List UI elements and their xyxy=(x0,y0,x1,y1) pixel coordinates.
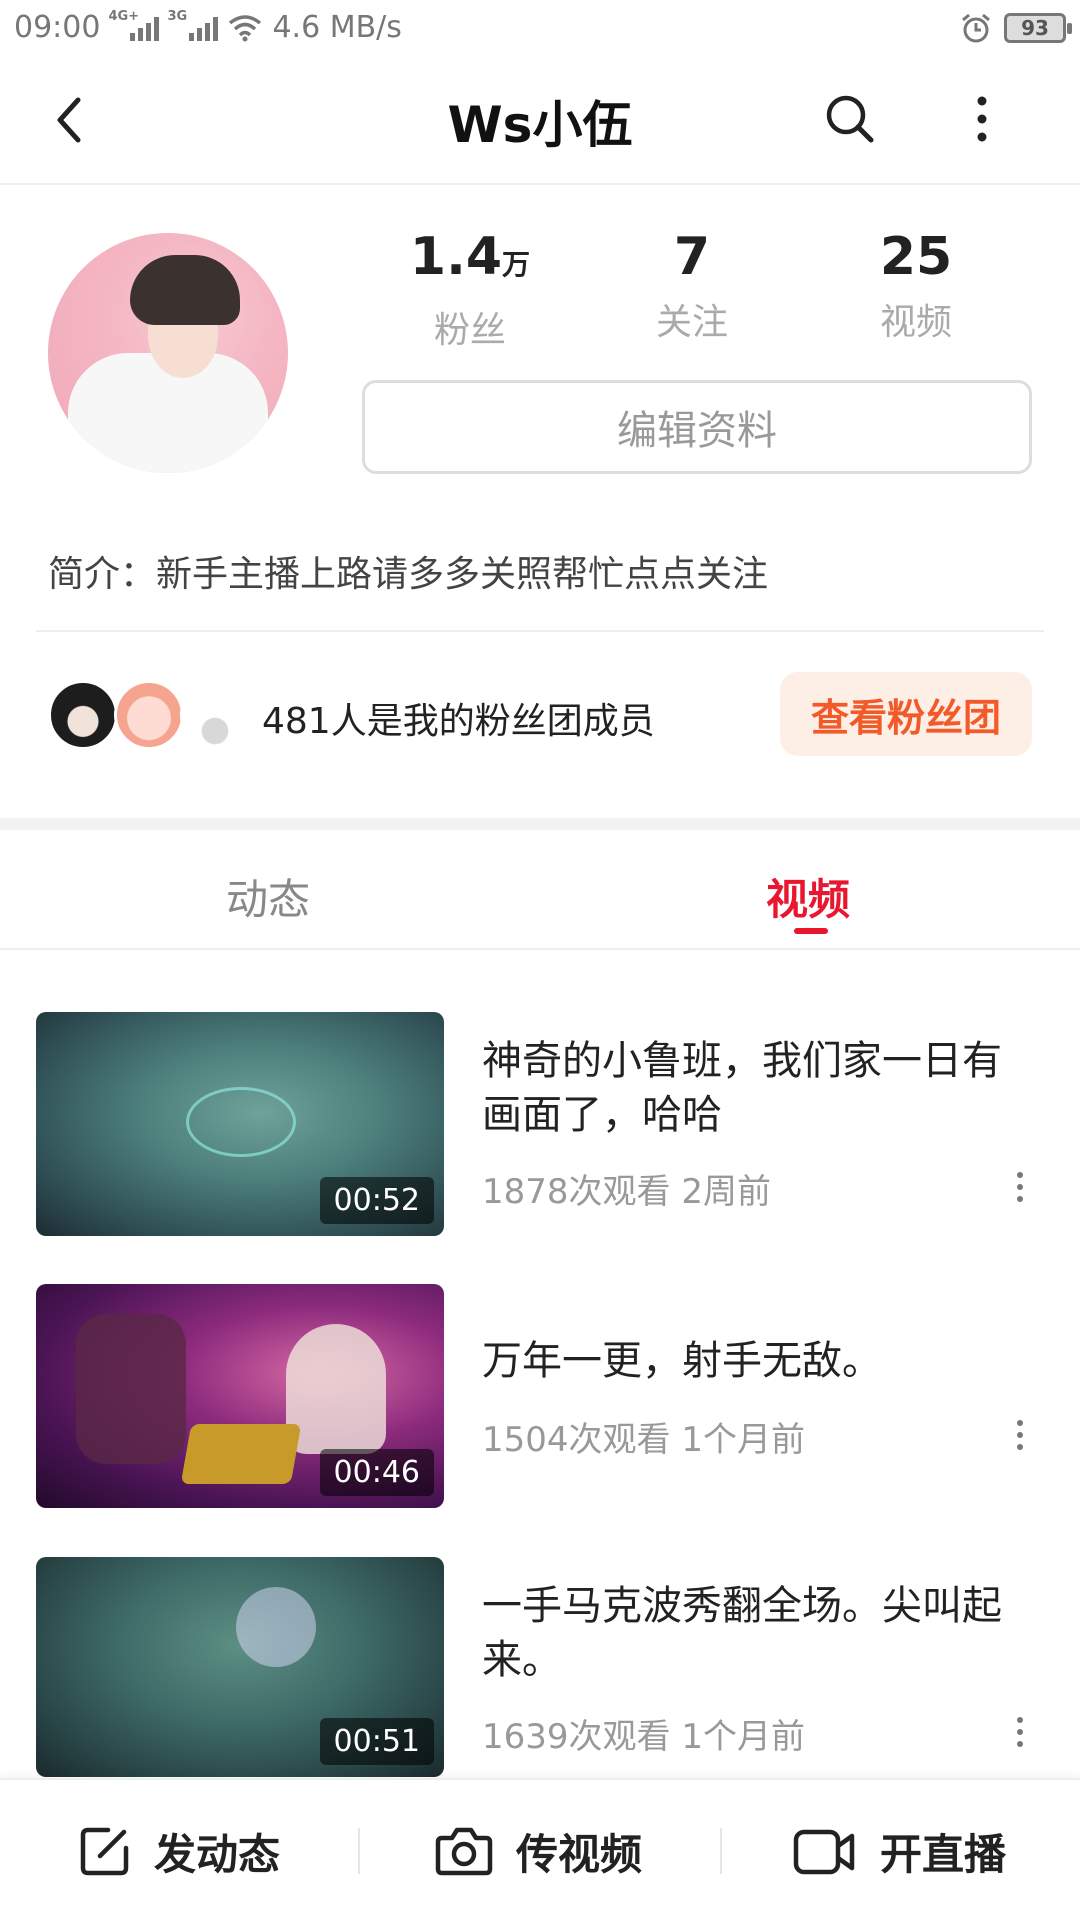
video-duration: 00:46 xyxy=(319,1449,434,1496)
video-meta: 1504次观看 1个月前 xyxy=(482,1420,805,1460)
tab-videos[interactable]: 视频 xyxy=(766,866,850,927)
camera-icon xyxy=(435,1827,493,1876)
post-update-button[interactable]: 发动态 xyxy=(78,1780,280,1920)
view-fan-club-button[interactable]: 查看粉丝团 xyxy=(780,672,1032,756)
fan-club-count: 481人是我的粉丝团成员 xyxy=(262,701,655,742)
wifi-icon xyxy=(229,14,262,41)
fan-avatar xyxy=(48,680,118,750)
upload-video-button[interactable]: 传视频 xyxy=(434,1780,642,1920)
go-live-button[interactable]: 开直播 xyxy=(792,1780,1006,1920)
video-thumbnail[interactable]: 00:51 xyxy=(36,1557,444,1777)
status-time: 09:00 xyxy=(14,10,101,45)
stat-videos[interactable]: 25 视频 xyxy=(816,225,1016,345)
video-title[interactable]: 万年一更，射手无敌。 xyxy=(482,1334,1022,1388)
user-avatar[interactable] xyxy=(48,233,288,473)
status-bar: 09:00 4G+ 3G 4.6 MB/s 93 xyxy=(0,0,1080,55)
edit-icon xyxy=(80,1827,129,1876)
content-tabs: 动态 视频 xyxy=(0,830,1080,950)
video-more-icon[interactable] xyxy=(1010,1420,1030,1460)
video-more-icon[interactable] xyxy=(1010,1172,1030,1212)
profile-intro: 简介：新手主播上路请多多关照帮忙点点关注 xyxy=(48,554,769,595)
video-thumbnail[interactable]: 00:46 xyxy=(36,1284,444,1508)
tab-feed[interactable]: 动态 xyxy=(226,866,310,927)
fan-avatar xyxy=(180,680,250,750)
video-item[interactable]: 00:52 神奇的小鲁班，我们家一日有画面了，哈哈 1878次观看 2周前 xyxy=(0,1012,1080,1242)
video-item[interactable]: 00:46 万年一更，射手无敌。 1504次观看 1个月前 xyxy=(0,1284,1080,1514)
active-tab-indicator xyxy=(794,928,828,934)
signal-4g-icon: 4G+ xyxy=(108,9,160,41)
video-camera-icon xyxy=(793,1829,855,1875)
video-item[interactable]: 00:51 一手马克波秀翻全场。尖叫起来。 1639次观看 1个月前 xyxy=(0,1557,1080,1787)
video-duration: 00:51 xyxy=(319,1718,434,1765)
fan-club-row: 481人是我的粉丝团成员 查看粉丝团 xyxy=(0,660,1080,770)
battery-icon: 93 xyxy=(1004,12,1072,43)
video-meta: 1878次观看 2周前 xyxy=(482,1172,771,1212)
video-duration: 00:52 xyxy=(319,1177,434,1224)
video-thumbnail[interactable]: 00:52 xyxy=(36,1012,444,1236)
section-divider xyxy=(0,818,1080,830)
more-options-icon[interactable] xyxy=(962,91,1002,147)
fan-avatar xyxy=(114,680,184,750)
page-title: Ws小伍 xyxy=(447,96,633,154)
video-meta: 1639次观看 1个月前 xyxy=(482,1717,805,1757)
video-title[interactable]: 神奇的小鲁班，我们家一日有画面了，哈哈 xyxy=(482,1034,1022,1142)
alarm-icon xyxy=(962,13,990,42)
divider xyxy=(358,1828,360,1874)
stat-following[interactable]: 7 关注 xyxy=(592,225,792,345)
divider xyxy=(36,630,1044,632)
search-icon[interactable] xyxy=(822,91,878,147)
video-more-icon[interactable] xyxy=(1010,1717,1030,1757)
stat-fans[interactable]: 1.4万 粉丝 xyxy=(370,225,570,353)
edit-profile-button[interactable]: 编辑资料 xyxy=(362,380,1032,474)
app-header: Ws小伍 xyxy=(0,55,1080,185)
signal-3g-icon: 3G xyxy=(167,9,219,41)
divider xyxy=(720,1828,722,1874)
video-title[interactable]: 一手马克波秀翻全场。尖叫起来。 xyxy=(482,1579,1022,1687)
network-speed: 4.6 MB/s xyxy=(272,10,402,45)
bottom-action-bar: 发动态 传视频 开直播 xyxy=(0,1778,1080,1920)
